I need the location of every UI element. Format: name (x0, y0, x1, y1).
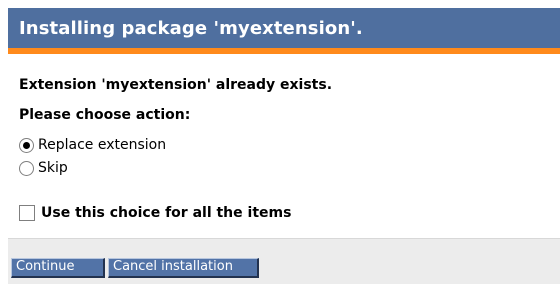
dialog-title-bar: Installing package 'myextension'. (8, 8, 560, 48)
apply-to-all-checkbox[interactable] (19, 205, 35, 221)
replace-option-label[interactable]: Replace extension (38, 137, 166, 153)
dialog-content: Extension 'myextension' already exists. … (8, 54, 560, 238)
radio-selected-dot (23, 141, 30, 149)
dialog-title: Installing package 'myextension'. (19, 17, 363, 39)
apply-to-all-label[interactable]: Use this choice for all the items (41, 205, 291, 221)
action-prompt: Please choose action: (19, 107, 191, 123)
status-message: Extension 'myextension' already exists. (19, 77, 333, 93)
continue-button[interactable]: Continue (11, 258, 105, 278)
replace-radio[interactable] (19, 137, 34, 153)
skip-option[interactable]: Skip (19, 160, 68, 176)
install-dialog: Installing package 'myextension'. Extens… (0, 0, 560, 289)
replace-option[interactable]: Replace extension (19, 137, 166, 153)
dialog-footer: Continue Cancel installation (8, 238, 560, 284)
skip-option-label[interactable]: Skip (38, 160, 68, 176)
skip-radio[interactable] (19, 160, 34, 176)
apply-to-all-option[interactable]: Use this choice for all the items (19, 205, 291, 221)
cancel-installation-button[interactable]: Cancel installation (108, 258, 259, 278)
